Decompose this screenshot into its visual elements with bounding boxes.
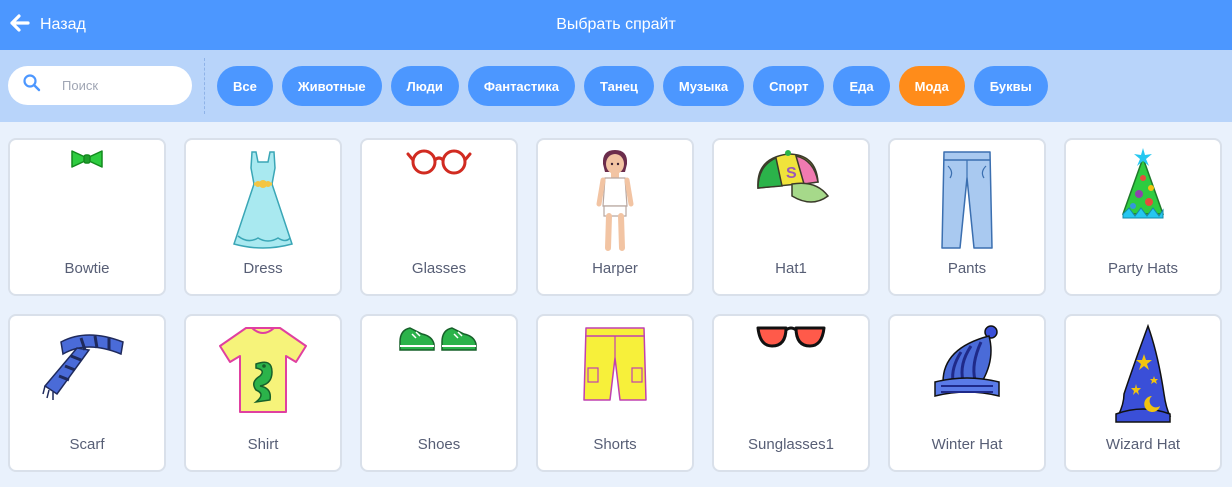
- winter-hat-icon: [890, 324, 1044, 434]
- sprite-card[interactable]: Bowtie: [8, 138, 166, 296]
- svg-text:S: S: [786, 165, 797, 182]
- search-icon: [22, 73, 42, 98]
- tag-button[interactable]: Фантастика: [467, 66, 575, 106]
- sprite-card[interactable]: Wizard Hat: [1064, 314, 1222, 472]
- sprite-name: Shirt: [247, 436, 279, 453]
- party-hat-icon: [1066, 148, 1220, 258]
- tag-button[interactable]: Еда: [833, 66, 890, 106]
- page-title: Выбрать спрайт: [556, 16, 676, 33]
- sprite-name: Shoes: [417, 436, 461, 453]
- sprite-name: Glasses: [411, 260, 467, 277]
- sunglasses-icon: [714, 324, 868, 434]
- tag-button[interactable]: Буквы: [973, 66, 1048, 106]
- sprite-name: Sunglasses1: [748, 436, 834, 453]
- sprite-card[interactable]: Pants: [888, 138, 1046, 296]
- sprite-name: Dress: [243, 260, 283, 277]
- sprite-name: Bowtie: [64, 260, 110, 277]
- sprite-card[interactable]: Glasses: [360, 138, 518, 296]
- search-input[interactable]: [60, 77, 184, 94]
- sprite-card[interactable]: Dress: [184, 138, 342, 296]
- search-box[interactable]: [8, 66, 192, 105]
- tag-button[interactable]: Все: [217, 66, 273, 106]
- divider: [204, 58, 205, 114]
- tag-button[interactable]: Музыка: [662, 66, 745, 106]
- filter-bar: ВсеЖивотныеЛюдиФантастикаТанецМузыкаСпор…: [0, 50, 1232, 122]
- cap-icon: S: [714, 148, 868, 258]
- tag-button[interactable]: Мода: [898, 66, 965, 106]
- sprite-name: Party Hats: [1107, 260, 1179, 277]
- wizard-hat-icon: [1066, 324, 1220, 434]
- shirt-icon: [186, 324, 340, 434]
- tag-list: Все Животные Люди Фантастика Танец Музыка Спор…: [217, 66, 1048, 106]
- bowtie-icon: [10, 148, 164, 258]
- sprite-name: Winter Hat: [931, 436, 1003, 453]
- shorts-icon: [538, 324, 692, 434]
- tag-button[interactable]: Спорт: [753, 66, 825, 106]
- sprite-card[interactable]: Shirt: [184, 314, 342, 472]
- sprite-name: Pants: [947, 260, 987, 277]
- glasses-icon: [362, 148, 516, 258]
- sprite-card[interactable]: Party Hats: [1064, 138, 1222, 296]
- sprite-grid: Bowtie Dress Glasses Harper S Hat1 Pants Party …: [8, 138, 1222, 472]
- sprite-card[interactable]: Harper: [536, 138, 694, 296]
- sprite-card[interactable]: Scarf: [8, 314, 166, 472]
- sprite-name: Wizard Hat: [1105, 436, 1181, 453]
- tag-button[interactable]: Люди: [390, 66, 459, 106]
- harper-icon: [538, 148, 692, 258]
- tag-button[interactable]: Танец: [584, 66, 654, 106]
- sprite-name: Hat1: [775, 260, 807, 277]
- scarf-icon: [10, 324, 164, 434]
- sprite-name: Shorts: [593, 436, 637, 453]
- sprite-name: Harper: [592, 260, 638, 277]
- top-bar: Назад Выбрать спрайт: [0, 0, 1232, 50]
- dress-icon: [186, 148, 340, 258]
- sprite-card[interactable]: Winter Hat: [888, 314, 1046, 472]
- sprite-card[interactable]: Shorts: [536, 314, 694, 472]
- sprite-card[interactable]: Sunglasses1: [712, 314, 870, 472]
- sprite-card[interactable]: Shoes: [360, 314, 518, 472]
- tag-button[interactable]: Животные: [281, 66, 382, 106]
- sprite-card[interactable]: S Hat1: [712, 138, 870, 296]
- shoes-icon: [362, 324, 516, 434]
- pants-icon: [890, 148, 1044, 258]
- sprite-name: Scarf: [69, 436, 105, 453]
